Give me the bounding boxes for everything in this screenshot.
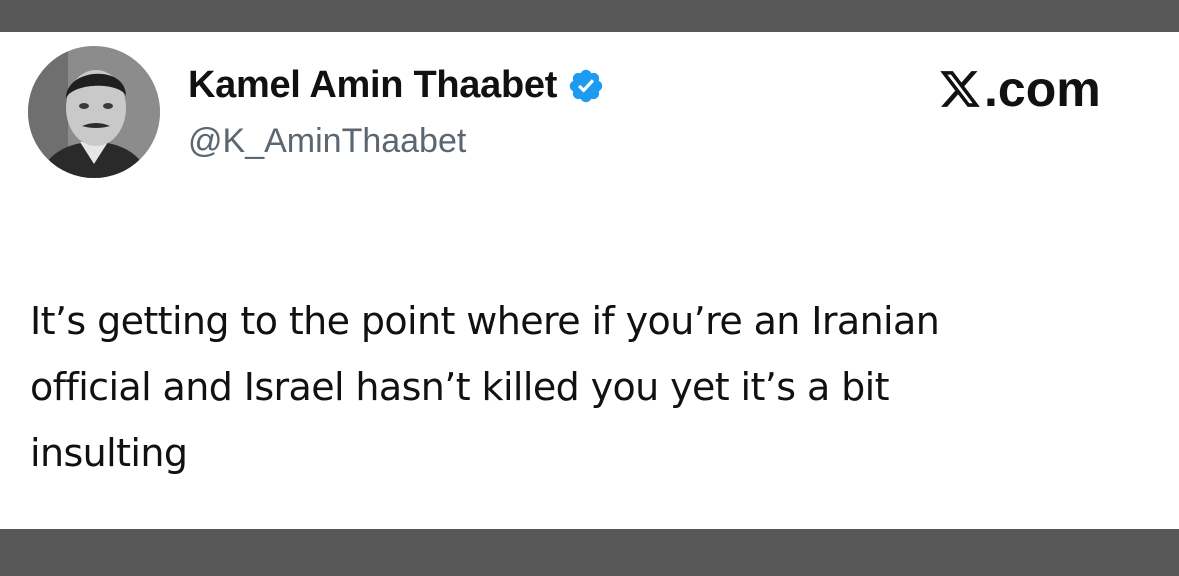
post-card: Kamel Amin Thaabet @K_AminThaabet .com I… bbox=[0, 32, 1179, 529]
author-name[interactable]: Kamel Amin Thaabet bbox=[188, 64, 557, 107]
avatar[interactable] bbox=[28, 46, 160, 178]
avatar-portrait-icon bbox=[28, 46, 160, 178]
post-text-line: official and Israel hasn’t killed you ye… bbox=[30, 365, 890, 409]
author-row: Kamel Amin Thaabet bbox=[188, 64, 605, 107]
verified-badge-icon bbox=[567, 67, 605, 105]
post-text-line: It’s getting to the point where if you’r… bbox=[30, 299, 940, 343]
brand-text: .com bbox=[984, 61, 1101, 117]
x-logo-icon bbox=[940, 71, 980, 107]
post-text-line: insulting bbox=[30, 431, 188, 475]
author-handle[interactable]: @K_AminThaabet bbox=[188, 122, 466, 161]
post-text: It’s getting to the point where if you’r… bbox=[30, 288, 1150, 486]
screenshot-frame: Kamel Amin Thaabet @K_AminThaabet .com I… bbox=[0, 0, 1179, 576]
x-brand: .com bbox=[938, 60, 1101, 118]
